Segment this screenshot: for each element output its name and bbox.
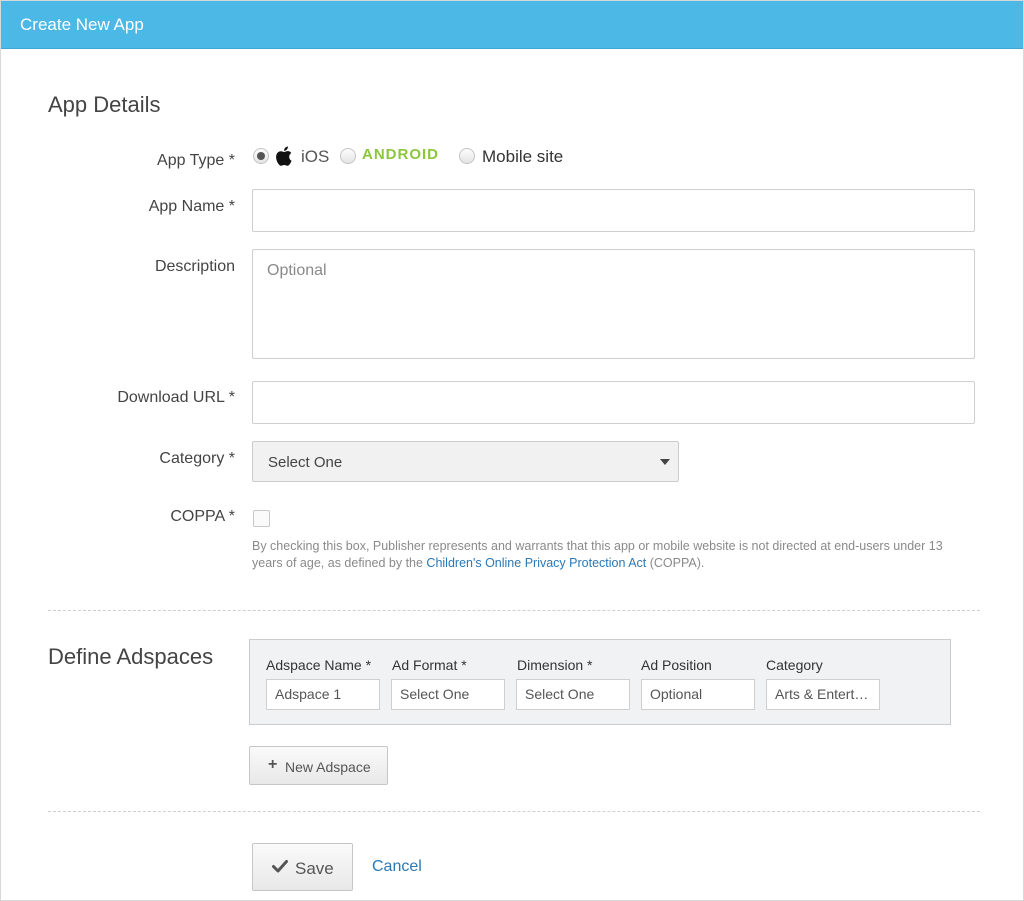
dimension-select[interactable]: Select One <box>516 679 630 710</box>
category-label: Category * <box>159 450 235 467</box>
create-app-dialog: Create New App App Details App Type * iO… <box>0 0 1024 901</box>
dialog-title: Create New App <box>20 15 144 34</box>
adspace-table: Adspace Name * Ad Format * Dimension * A… <box>249 639 951 725</box>
adspace-category-select[interactable]: Arts & Entertainment <box>766 679 880 710</box>
save-label: Save <box>295 859 334 878</box>
new-adspace-button[interactable]: + New Adspace <box>249 746 388 785</box>
col-dimension: Dimension * <box>517 657 593 673</box>
new-adspace-label: New Adspace <box>285 759 371 775</box>
coppa-act-link[interactable]: Children's Online Privacy Protection Act <box>426 556 646 570</box>
category-select-value: Select One <box>268 454 343 471</box>
cancel-link[interactable]: Cancel <box>372 858 422 876</box>
download-url-input[interactable] <box>252 381 975 424</box>
mobile-site-label: Mobile site <box>482 147 564 166</box>
divider <box>48 610 980 611</box>
coppa-checkbox[interactable] <box>253 510 270 527</box>
android-logo-text: ANDROID <box>362 146 439 163</box>
radio-ios[interactable] <box>253 148 269 164</box>
ad-format-select[interactable]: Select One <box>391 679 505 710</box>
radio-mobile-site[interactable] <box>459 148 475 164</box>
description-label: Description <box>154 258 235 275</box>
col-ad-format: Ad Format * <box>392 657 467 673</box>
coppa-hint-suffix: (COPPA). <box>646 556 705 570</box>
checkmark-icon <box>272 859 288 876</box>
col-adspace-name: Adspace Name * <box>266 657 372 673</box>
col-category: Category <box>766 657 823 673</box>
description-input[interactable] <box>252 249 975 359</box>
adspace-name-input[interactable]: Adspace 1 <box>266 679 380 710</box>
radio-android[interactable] <box>340 148 356 164</box>
section-title-define-adspaces: Define Adspaces <box>48 644 214 669</box>
col-ad-position: Ad Position <box>641 657 712 673</box>
plus-icon: + <box>268 756 278 773</box>
app-name-input[interactable] <box>252 189 975 232</box>
section-title-app-details: App Details <box>48 92 161 117</box>
category-select[interactable]: Select One <box>252 441 679 482</box>
save-button[interactable]: Save <box>252 843 353 891</box>
ad-position-input[interactable]: Optional <box>641 679 755 710</box>
apple-icon <box>275 144 295 173</box>
app-name-label: App Name * <box>148 198 235 215</box>
coppa-hint: By checking this box, Publisher represen… <box>252 538 974 572</box>
download-url-label: Download URL * <box>117 389 235 406</box>
title-bar: Create New App <box>1 1 1023 49</box>
coppa-label: COPPA * <box>170 508 235 525</box>
divider <box>48 811 980 812</box>
caret-down-icon <box>660 459 670 465</box>
app-type-label: App Type * <box>157 152 235 169</box>
ios-label: iOS <box>301 147 330 166</box>
